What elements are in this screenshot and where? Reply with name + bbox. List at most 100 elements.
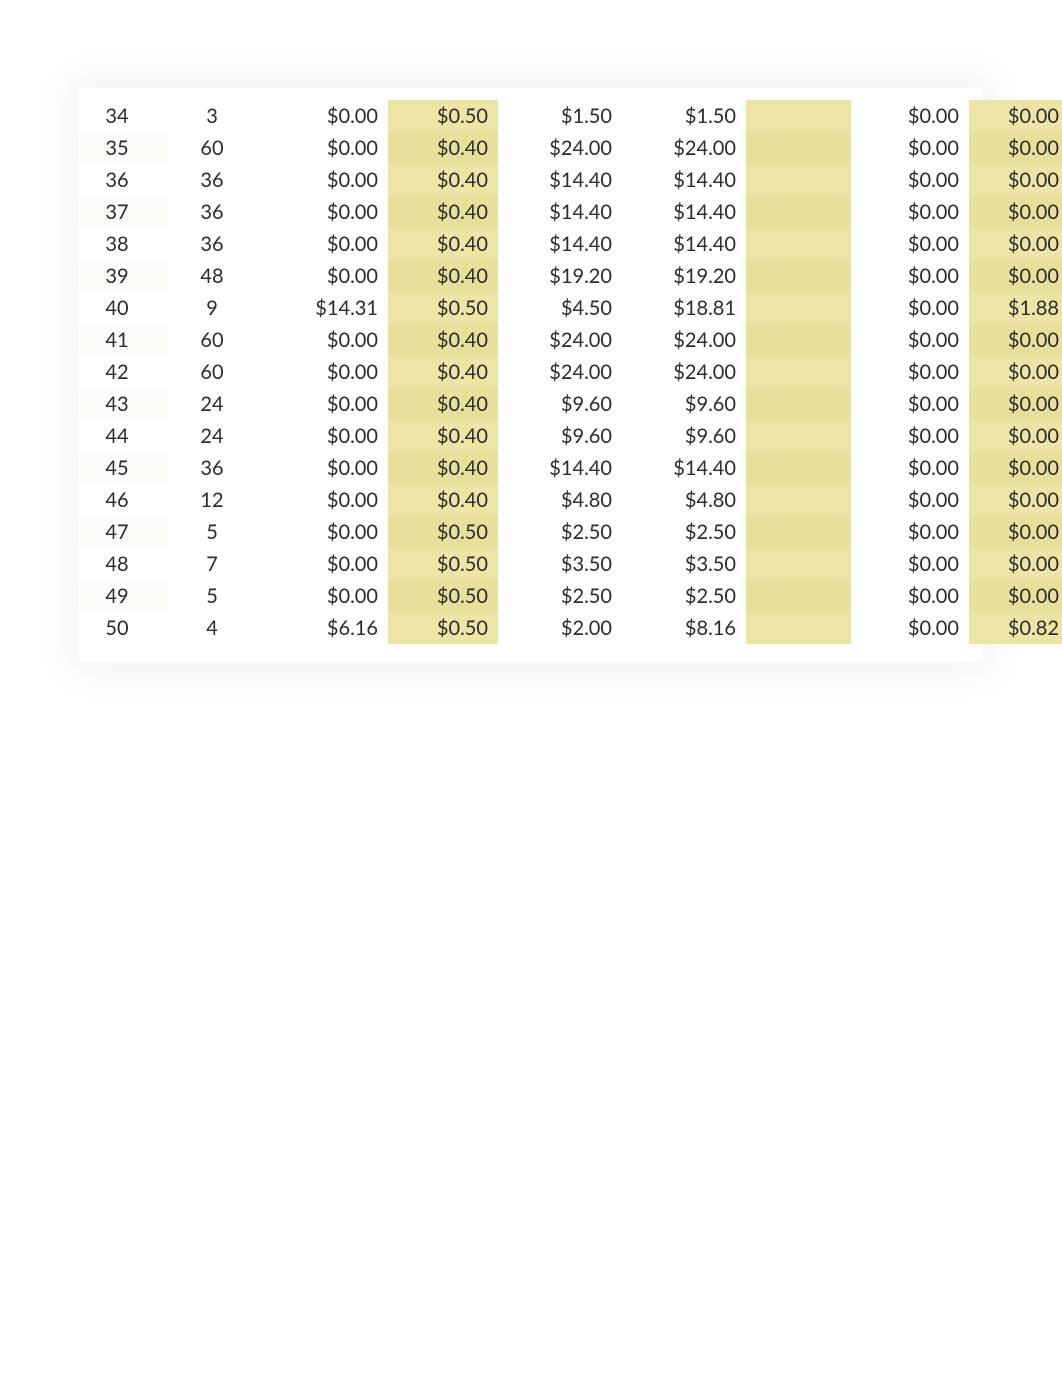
table-row: 3560$0.00$0.40$24.00$24.00$0.00$0.00 — [78, 132, 1062, 164]
amount-cell: $14.31 — [268, 292, 388, 324]
row-number: 40 — [78, 292, 166, 324]
amount-cell: $2.50 — [498, 516, 622, 548]
amount-cell: $0.00 — [851, 324, 969, 356]
data-table-container: 343$0.00$0.50$1.50$1.50$0.00$0.003560$0.… — [78, 88, 983, 662]
blank-cell — [746, 388, 851, 420]
rate-cell: $0.50 — [388, 580, 498, 612]
amount-cell: $2.50 — [622, 580, 746, 612]
table-row: 495$0.00$0.50$2.50$2.50$0.00$0.00 — [78, 580, 1062, 612]
amount-cell: $9.60 — [498, 420, 622, 452]
amount-cell: $0.00 — [851, 356, 969, 388]
amount-cell: $9.60 — [622, 388, 746, 420]
blank-cell — [746, 484, 851, 516]
amount-cell: $0.00 — [268, 324, 388, 356]
qty-cell: 4 — [166, 612, 268, 644]
amount-cell: $24.00 — [622, 356, 746, 388]
amount-cell: $0.00 — [969, 420, 1062, 452]
amount-cell: $19.20 — [498, 260, 622, 292]
amount-cell: $14.40 — [498, 164, 622, 196]
amount-cell: $0.00 — [969, 356, 1062, 388]
amount-cell: $0.00 — [268, 164, 388, 196]
row-number: 35 — [78, 132, 166, 164]
amount-cell: $0.00 — [268, 132, 388, 164]
amount-cell: $0.00 — [851, 580, 969, 612]
amount-cell: $24.00 — [622, 132, 746, 164]
amount-cell: $0.00 — [851, 452, 969, 484]
row-number: 39 — [78, 260, 166, 292]
row-number: 49 — [78, 580, 166, 612]
row-number: 50 — [78, 612, 166, 644]
row-number: 34 — [78, 100, 166, 132]
row-number: 43 — [78, 388, 166, 420]
rate-cell: $0.50 — [388, 100, 498, 132]
amount-cell: $0.00 — [851, 548, 969, 580]
amount-cell: $14.40 — [622, 228, 746, 260]
amount-cell: $0.00 — [268, 100, 388, 132]
amount-cell: $0.00 — [268, 580, 388, 612]
qty-cell: 48 — [166, 260, 268, 292]
qty-cell: 36 — [166, 228, 268, 260]
rate-cell: $0.50 — [388, 292, 498, 324]
qty-cell: 36 — [166, 452, 268, 484]
page: 343$0.00$0.50$1.50$1.50$0.00$0.003560$0.… — [0, 0, 1062, 1376]
amount-cell: $0.00 — [268, 516, 388, 548]
amount-cell: $0.00 — [969, 548, 1062, 580]
amount-cell: $18.81 — [622, 292, 746, 324]
rate-cell: $0.50 — [388, 612, 498, 644]
table-row: 4260$0.00$0.40$24.00$24.00$0.00$0.00 — [78, 356, 1062, 388]
row-number: 45 — [78, 452, 166, 484]
rate-cell: $0.50 — [388, 548, 498, 580]
amount-cell: $0.00 — [851, 228, 969, 260]
amount-cell: $14.40 — [622, 452, 746, 484]
amount-cell: $0.00 — [969, 132, 1062, 164]
amount-cell: $4.50 — [498, 292, 622, 324]
row-number: 46 — [78, 484, 166, 516]
amount-cell: $0.00 — [969, 228, 1062, 260]
amount-cell: $0.00 — [851, 132, 969, 164]
amount-cell: $0.00 — [268, 388, 388, 420]
rate-cell: $0.40 — [388, 388, 498, 420]
amount-cell: $0.00 — [969, 260, 1062, 292]
table-row: 4324$0.00$0.40$9.60$9.60$0.00$0.00 — [78, 388, 1062, 420]
table-row: 343$0.00$0.50$1.50$1.50$0.00$0.00 — [78, 100, 1062, 132]
amount-cell: $0.00 — [969, 580, 1062, 612]
qty-cell: 9 — [166, 292, 268, 324]
table-row: 4536$0.00$0.40$14.40$14.40$0.00$0.00 — [78, 452, 1062, 484]
rate-cell: $0.40 — [388, 420, 498, 452]
amount-cell: $1.50 — [622, 100, 746, 132]
amount-cell: $6.16 — [268, 612, 388, 644]
qty-cell: 24 — [166, 388, 268, 420]
amount-cell: $14.40 — [622, 196, 746, 228]
row-number: 47 — [78, 516, 166, 548]
qty-cell: 36 — [166, 164, 268, 196]
amount-cell: $0.00 — [268, 228, 388, 260]
amount-cell: $9.60 — [622, 420, 746, 452]
row-number: 36 — [78, 164, 166, 196]
amount-cell: $24.00 — [498, 324, 622, 356]
amount-cell: $24.00 — [498, 132, 622, 164]
table-row: 504$6.16$0.50$2.00$8.16$0.00$0.82 — [78, 612, 1062, 644]
amount-cell: $0.00 — [969, 164, 1062, 196]
blank-cell — [746, 548, 851, 580]
amount-cell: $24.00 — [622, 324, 746, 356]
row-number: 41 — [78, 324, 166, 356]
amount-cell: $14.40 — [498, 228, 622, 260]
table-row: 3736$0.00$0.40$14.40$14.40$0.00$0.00 — [78, 196, 1062, 228]
row-number: 48 — [78, 548, 166, 580]
amount-cell: $0.00 — [969, 452, 1062, 484]
blank-cell — [746, 324, 851, 356]
amount-cell: $2.50 — [498, 580, 622, 612]
blank-cell — [746, 196, 851, 228]
amount-cell: $0.00 — [969, 484, 1062, 516]
table-row: 3948$0.00$0.40$19.20$19.20$0.00$0.00 — [78, 260, 1062, 292]
amount-cell: $0.00 — [268, 548, 388, 580]
rate-cell: $0.50 — [388, 516, 498, 548]
qty-cell: 60 — [166, 324, 268, 356]
amount-cell: $0.00 — [851, 164, 969, 196]
table-row: 4424$0.00$0.40$9.60$9.60$0.00$0.00 — [78, 420, 1062, 452]
amount-cell: $0.00 — [969, 324, 1062, 356]
blank-cell — [746, 516, 851, 548]
qty-cell: 36 — [166, 196, 268, 228]
rate-cell: $0.40 — [388, 132, 498, 164]
amount-cell: $24.00 — [498, 356, 622, 388]
